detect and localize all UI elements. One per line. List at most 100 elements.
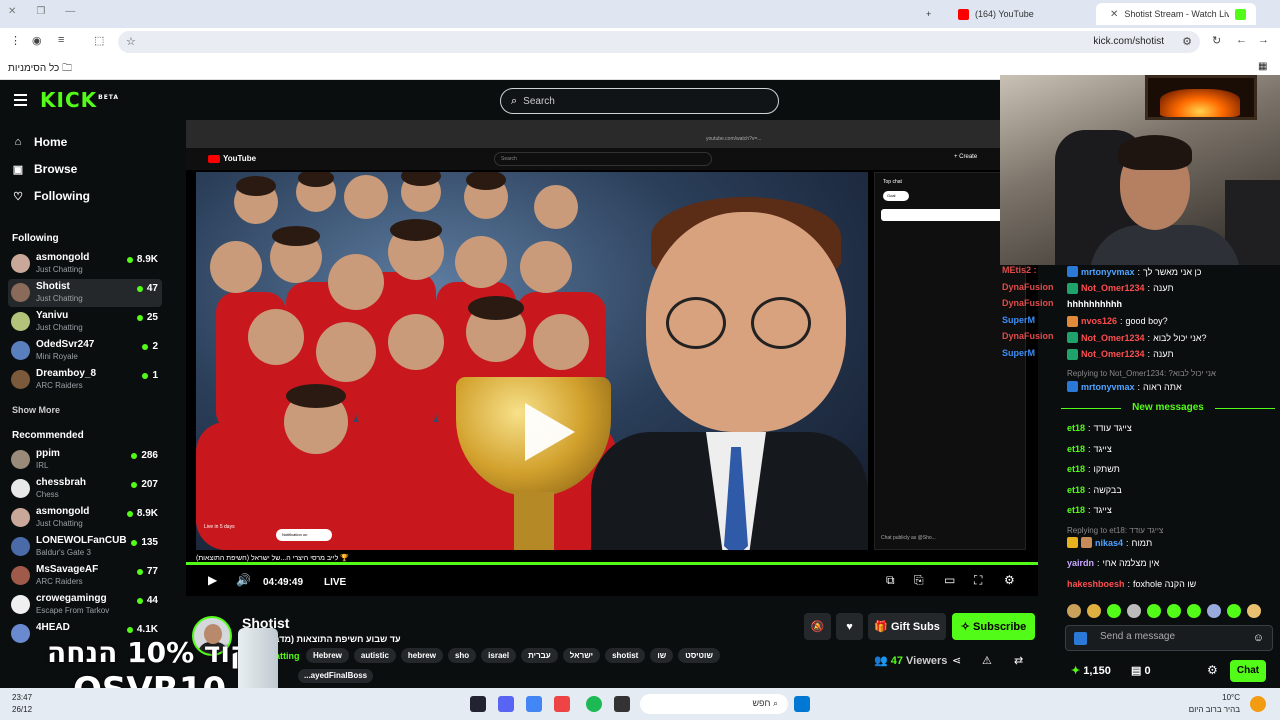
emote-icon[interactable] (1107, 604, 1121, 618)
video-player[interactable]: youtube.com/watch?v=... YouTube Search +… (186, 120, 1038, 596)
app-icon-4[interactable] (554, 696, 570, 712)
reload-icon[interactable]: ↻ (1212, 34, 1221, 47)
chat-username[interactable]: Not_Omer1234 (1081, 333, 1145, 343)
share-icon[interactable]: ⋖ (952, 654, 961, 667)
chat-username[interactable]: nvos126 (1081, 316, 1117, 326)
chat-input[interactable] (1100, 631, 1240, 642)
app-icon-1[interactable] (470, 696, 486, 712)
tag[interactable]: שו (650, 648, 674, 663)
sidebar-item-asmongold[interactable]: asmongold Just Chatting 8.9K (8, 250, 162, 278)
hamburger-menu-icon[interactable] (14, 94, 27, 106)
clock[interactable]: 23:47 26/12 (12, 692, 32, 716)
tag[interactable]: Hebrew (306, 648, 349, 663)
emote-icon[interactable] (1227, 604, 1241, 618)
emote-icon[interactable] (1187, 604, 1201, 618)
discord-icon[interactable] (498, 696, 514, 712)
chat-username[interactable]: Not_Omer1234 (1081, 349, 1145, 359)
profile-icon[interactable]: ◉ (32, 34, 42, 47)
forward-icon[interactable]: → (1258, 34, 1269, 46)
url-bar[interactable]: ☆ kick.com/shotist ⚙ (118, 31, 1200, 53)
menu-kebab-icon[interactable]: ⋮ (10, 34, 21, 47)
tag[interactable]: israel (481, 648, 517, 663)
weather[interactable]: 10°C בהיר ברוב היום (1189, 692, 1240, 716)
nav-following[interactable]: ♡ Following (12, 189, 90, 203)
tab-youtube[interactable]: (164) YouTube (950, 3, 1090, 25)
chat-send-button[interactable]: Chat (1230, 660, 1266, 682)
gift-subs-button[interactable]: 🎁 Gift Subs (868, 613, 946, 640)
chat-username[interactable]: yairdn (1067, 558, 1094, 568)
minimize-window-icon[interactable]: — (65, 6, 75, 17)
chat-input-box[interactable]: ☺ (1065, 625, 1273, 651)
tag[interactable]: sho (447, 648, 477, 663)
chat-username[interactable]: et18 (1067, 423, 1085, 433)
emote-icon[interactable] (1247, 604, 1261, 618)
kick-emote-icon[interactable] (1074, 632, 1087, 645)
clip-icon[interactable]: ⎘ (914, 573, 924, 588)
tag[interactable]: ...ayedFinalBoss (298, 669, 374, 683)
volume-icon[interactable]: 🔊 (236, 573, 251, 587)
inventory[interactable]: ▤ 0 (1131, 664, 1151, 677)
chrome-icon[interactable] (526, 696, 542, 712)
site-settings-icon[interactable]: ⚙ (1182, 35, 1192, 48)
chat-username[interactable]: hakeshboesh (1067, 579, 1125, 589)
sidebar-item-dreamboy_8[interactable]: Dreamboy_8 ARC Raiders 1 (8, 366, 162, 394)
emote-icon[interactable] (1207, 604, 1221, 618)
report-icon[interactable]: ⚠ (982, 654, 992, 667)
play-overlay-icon[interactable] (511, 397, 581, 467)
subscribe-button[interactable]: ✧ Subscribe (952, 613, 1035, 640)
follow-button[interactable]: ♥ (836, 613, 863, 640)
sidebar-item-shotist[interactable]: Shotist Just Chatting 47 (8, 279, 162, 307)
back-icon[interactable]: ← (1236, 34, 1247, 46)
emote-icon[interactable] (1147, 604, 1161, 618)
theater-icon[interactable]: ▭ (944, 573, 955, 587)
close-window-icon[interactable]: ✕ (8, 6, 16, 17)
chat-settings-icon[interactable]: ⚙ (1207, 663, 1218, 677)
all-bookmarks[interactable]: כל הסימניות 🗀 (8, 61, 72, 78)
emote-icon[interactable] (1167, 604, 1181, 618)
app-icon-6[interactable] (614, 696, 630, 712)
chat-username[interactable]: et18 (1067, 485, 1085, 495)
chat-username[interactable]: hhhhhhhhhh (1067, 299, 1122, 309)
chat-username[interactable]: mrtonyvmax (1081, 267, 1135, 277)
sidebar-item-lonewolfancub[interactable]: LONEWOLFanCUB Baldur's Gate 3 135 (8, 533, 162, 561)
play-icon[interactable]: ▶ (208, 573, 217, 587)
extensions-icon[interactable]: ⬚ (94, 34, 104, 47)
tag[interactable]: שוטיסט (678, 648, 720, 663)
apps-grid-icon[interactable]: ▦ (1258, 61, 1267, 72)
windows-start-icon[interactable] (794, 696, 810, 712)
chat-username[interactable]: nikas4 (1095, 538, 1123, 548)
settings-icon[interactable]: ⚙ (1004, 573, 1015, 587)
new-tab-icon[interactable]: + (918, 3, 939, 25)
nav-browse[interactable]: ▣ Browse (12, 162, 78, 176)
tab-kick[interactable]: ✕ Shotist Stream - Watch Live on (1096, 3, 1256, 25)
channel-points[interactable]: ✦ 1,150 (1071, 664, 1111, 677)
chat-username[interactable]: et18 (1067, 444, 1085, 454)
tag[interactable]: hebrew (400, 648, 443, 663)
sidebar-item-ppim[interactable]: ppim IRL 286 (8, 446, 162, 474)
chat-username[interactable]: et18 (1067, 505, 1085, 515)
emote-icon[interactable] (1067, 604, 1081, 618)
tag[interactable]: עברית (521, 648, 558, 663)
sidebar-item-yanivu[interactable]: Yanivu Just Chatting 25 (8, 308, 162, 336)
fullscreen-icon[interactable]: ⛶ (974, 573, 982, 588)
close-tab-icon[interactable]: ✕ (1110, 9, 1118, 20)
emote-icon[interactable] (1087, 604, 1101, 618)
kick-logo[interactable]: KICKBETA (40, 88, 119, 112)
mute-notifications-button[interactable]: 🔕 (804, 613, 831, 640)
sidebar-item-odedsvr247[interactable]: OdedSvr247 Mini Royale 2 (8, 337, 162, 365)
search-box[interactable]: ⌕ (500, 88, 779, 114)
search-input[interactable] (523, 95, 754, 107)
sidebar-item-asmongold[interactable]: asmongold Just Chatting 8.9K (8, 504, 162, 532)
chat-username[interactable]: Not_Omer1234 (1081, 283, 1145, 293)
chat-username[interactable]: et18 (1067, 464, 1085, 474)
sidebar-item-mssavageaf[interactable]: MsSavageAF ARC Raiders 77 (8, 562, 162, 590)
sidebar-item-chessbrah[interactable]: chessbrah Chess 207 (8, 475, 162, 503)
more-icon[interactable]: ⇄ (1014, 654, 1023, 667)
tag[interactable]: ישראל (562, 648, 601, 663)
restore-window-icon[interactable]: ❐ (36, 6, 45, 17)
emote-icon[interactable] (1127, 604, 1141, 618)
chat-username[interactable]: mrtonyvmax (1081, 382, 1135, 392)
show-more-link[interactable]: Show More (12, 405, 60, 415)
spotify-icon[interactable] (586, 696, 602, 712)
notification-icon[interactable] (1250, 696, 1266, 712)
